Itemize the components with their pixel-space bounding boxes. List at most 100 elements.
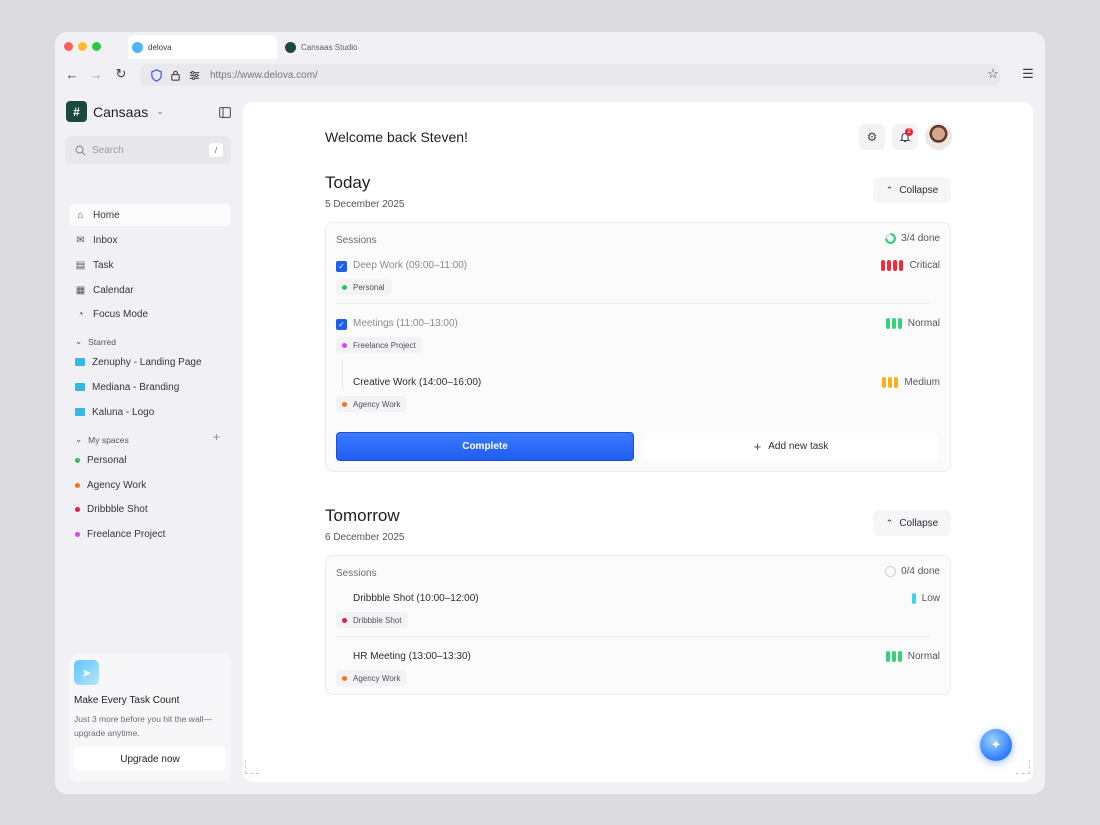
tab-cansaas-studio[interactable]: Cansaas Studio bbox=[281, 35, 421, 59]
sidebar-item-task[interactable]: ▤ Task bbox=[69, 254, 231, 276]
tag-color-dot bbox=[342, 617, 347, 623]
sidebar-item-calendar[interactable]: ▦ Calendar bbox=[69, 279, 231, 301]
lock-icon[interactable] bbox=[169, 69, 182, 82]
workspace-name: Cansaas bbox=[93, 103, 149, 120]
sidebar-toggle-icon[interactable] bbox=[219, 107, 231, 118]
space-item-label: Freelance Project bbox=[87, 528, 166, 540]
space-item-label: Agency Work bbox=[87, 479, 147, 491]
task-checkbox[interactable]: ✓ bbox=[336, 319, 347, 330]
priority-indicator: Medium bbox=[882, 377, 940, 388]
space-item-freelance-project[interactable]: Freelance Project bbox=[69, 523, 231, 545]
space-item-personal[interactable]: Personal bbox=[69, 449, 231, 471]
progress-ring-icon bbox=[885, 233, 897, 244]
my-spaces-section-toggle[interactable]: ⌄ My spaces bbox=[75, 434, 129, 445]
add-new-task-button[interactable]: + Add new task bbox=[644, 433, 938, 460]
task-row[interactable]: Dribbble Shot (10:00–12:00) Dribbble Sho… bbox=[336, 590, 940, 648]
done-count: 0/4 done bbox=[901, 566, 940, 577]
minimize-window-icon[interactable] bbox=[78, 42, 87, 51]
starred-item-zenuphy[interactable]: Zenuphy - Landing Page bbox=[69, 351, 231, 373]
forward-icon[interactable]: → bbox=[88, 66, 104, 82]
space-item-agency-work[interactable]: Agency Work bbox=[69, 474, 231, 496]
task-tag: Agency Work bbox=[336, 670, 408, 686]
sidebar-item-inbox[interactable]: ✉ Inbox bbox=[69, 229, 231, 251]
bookmark-star-icon[interactable]: ☆ bbox=[985, 66, 1001, 82]
complete-button[interactable]: Complete bbox=[336, 432, 634, 461]
task-tag: Freelance Project bbox=[336, 337, 423, 353]
task-row[interactable]: ✓ Deep Work (09:00–11:00) Personal Criti… bbox=[336, 257, 940, 315]
cansaas-favicon-icon bbox=[285, 41, 296, 53]
starred-item-label: Mediana - Branding bbox=[92, 381, 180, 393]
workspace-switcher[interactable]: # Cansaas ⌄ bbox=[66, 101, 164, 122]
ai-assistant-button[interactable]: ✦ bbox=[980, 729, 1012, 761]
rocket-icon: ➤ bbox=[74, 660, 99, 685]
page-title: Welcome back Steven! bbox=[325, 129, 468, 145]
tag-label: Agency Work bbox=[353, 673, 401, 683]
tag-color-dot bbox=[342, 342, 347, 348]
space-item-dribbble-shot[interactable]: Dribbble Shot bbox=[69, 498, 231, 520]
tomorrow-heading: Tomorrow bbox=[325, 506, 400, 525]
priority-label: Medium bbox=[904, 377, 940, 388]
folder-icon bbox=[75, 358, 85, 366]
chevron-up-icon: ⌃ bbox=[885, 517, 894, 528]
task-name: HR Meeting (13:00–13:30) bbox=[353, 651, 471, 662]
priority-indicator: Normal bbox=[885, 318, 940, 329]
add-space-icon[interactable]: + bbox=[213, 430, 220, 444]
main-content: Welcome back Steven! ⚙ 2 Today 5 Decembe… bbox=[243, 102, 1033, 782]
plus-icon: + bbox=[753, 439, 762, 454]
menu-icon[interactable]: ☰ bbox=[1020, 66, 1036, 82]
tab-delova[interactable]: delova bbox=[128, 35, 277, 59]
site-settings-icon[interactable] bbox=[188, 69, 201, 82]
tomorrow-collapse-button[interactable]: ⌃ Collapse bbox=[873, 510, 951, 536]
tomorrow-date: 6 December 2025 bbox=[325, 532, 405, 543]
progress-ring-icon bbox=[885, 566, 897, 577]
today-sessions-card: Sessions 3/4 done ✓ Deep Work (09:00–11:… bbox=[325, 222, 951, 472]
reload-icon[interactable]: ↻ bbox=[113, 66, 129, 82]
priority-bars-icon bbox=[885, 651, 902, 662]
today-collapse-button[interactable]: ⌃ Collapse bbox=[873, 177, 951, 203]
starred-heading: Starred bbox=[88, 336, 116, 347]
back-icon[interactable]: ← bbox=[64, 66, 80, 82]
add-task-label: Add new task bbox=[768, 441, 829, 452]
close-window-icon[interactable] bbox=[64, 42, 73, 51]
space-item-label: Personal bbox=[87, 454, 127, 466]
tab-strip: delova Cansaas Studio bbox=[55, 32, 1045, 60]
corner-decoration bbox=[1016, 760, 1030, 774]
task-tag: Agency Work bbox=[336, 396, 408, 412]
priority-indicator: Normal bbox=[885, 651, 940, 662]
home-icon: ⌂ bbox=[77, 209, 84, 221]
task-name: Creative Work (14:00–16:00) bbox=[353, 377, 482, 388]
priority-label: Critical bbox=[909, 260, 940, 271]
task-name: Deep Work (09:00–11:00) bbox=[353, 260, 468, 271]
maximize-window-icon[interactable] bbox=[92, 42, 101, 51]
chevron-down-icon: ⌄ bbox=[75, 336, 83, 346]
search-shortcut-key: / bbox=[209, 143, 223, 157]
task-row[interactable]: HR Meeting (13:00–13:30) Agency Work Nor… bbox=[336, 648, 940, 706]
sessions-label: Sessions bbox=[336, 568, 377, 579]
sidebar-item-label: Calendar bbox=[93, 284, 134, 296]
corner-decoration bbox=[245, 760, 259, 774]
starred-item-kaluna[interactable]: Kaluna - Logo bbox=[69, 401, 231, 423]
sidebar-item-label: Focus Mode bbox=[93, 308, 149, 320]
priority-indicator: Low bbox=[911, 593, 940, 604]
sidebar-item-focus-mode[interactable]: ◔ Focus Mode bbox=[69, 303, 231, 325]
tab-label: Cansaas Studio bbox=[301, 42, 358, 52]
tomorrow-sessions-card: Sessions 0/4 done Dribbble Shot (10:00–1… bbox=[325, 555, 951, 695]
cansaas-logo-icon: # bbox=[66, 101, 87, 122]
avatar[interactable] bbox=[925, 123, 952, 150]
address-bar[interactable]: https://www.delova.com/ bbox=[140, 64, 1000, 86]
task-name: Dribbble Shot (10:00–12:00) bbox=[353, 593, 479, 604]
delova-favicon-icon bbox=[132, 41, 143, 53]
task-row[interactable]: ✓ Meetings (11:00–13:00) Freelance Proje… bbox=[336, 315, 940, 373]
upgrade-now-button[interactable]: Upgrade now bbox=[74, 747, 226, 771]
starred-section-toggle[interactable]: ⌄ Starred bbox=[75, 336, 116, 347]
sidebar-item-home[interactable]: ⌂ Home bbox=[69, 204, 231, 226]
notifications-button[interactable]: 2 bbox=[892, 124, 918, 150]
settings-button[interactable]: ⚙ bbox=[859, 124, 885, 150]
shield-icon[interactable] bbox=[150, 68, 163, 82]
task-row[interactable]: Creative Work (14:00–16:00) Agency Work … bbox=[336, 374, 940, 432]
divider bbox=[336, 303, 930, 304]
search-input[interactable]: Search / bbox=[65, 136, 231, 164]
starred-item-mediana[interactable]: Mediana - Branding bbox=[69, 376, 231, 398]
task-checkbox[interactable]: ✓ bbox=[336, 261, 347, 272]
browser-toolbar: ← → ↻ https://www.delova.com/ ☆ ☰ bbox=[55, 60, 1045, 90]
